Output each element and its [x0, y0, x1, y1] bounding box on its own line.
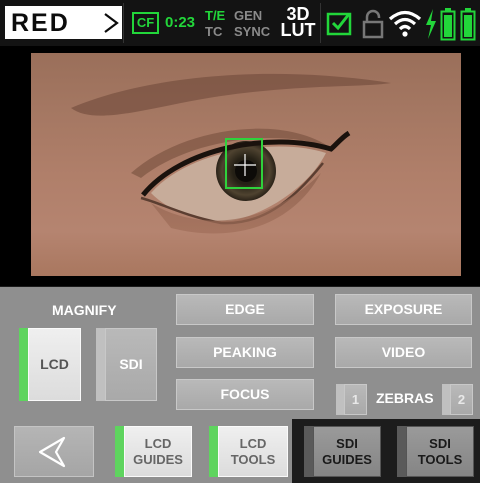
sdi-tools-line1: SDI — [429, 436, 451, 451]
lcd-tools-button[interactable]: LCD TOOLS — [218, 426, 288, 477]
magnify-title: MAGNIFY — [52, 302, 117, 318]
focus-button[interactable]: FOCUS — [176, 379, 314, 410]
divider — [320, 3, 321, 43]
media-check-icon — [326, 12, 352, 36]
lcd-magnify-indicator — [19, 328, 28, 401]
lcd-guides-line2: GUIDES — [133, 452, 183, 467]
battery-icon — [440, 8, 456, 41]
lcd-tools-line1: LCD — [239, 436, 267, 451]
te-label: T/E — [205, 8, 226, 23]
sdi-guides-line2: GUIDES — [322, 452, 372, 467]
back-button[interactable] — [14, 426, 94, 477]
crosshair-icon — [234, 154, 256, 176]
lcd-guides-line1: LCD — [144, 436, 172, 451]
charging-bolt-icon — [426, 9, 436, 39]
lcd-guides-indicator — [115, 426, 124, 477]
exposure-button[interactable]: EXPOSURE — [335, 294, 472, 325]
record-time: 0:23 — [165, 14, 196, 31]
zebra-1-button[interactable]: 1 — [344, 384, 367, 415]
media-badge[interactable]: CF — [132, 12, 159, 34]
zebra-2-button[interactable]: 2 — [450, 384, 473, 415]
lut-indicator[interactable]: 3D LUT — [280, 5, 316, 40]
sdi-guides-line1: SDI — [336, 436, 358, 451]
sdi-magnify-indicator — [96, 328, 105, 401]
red-logo: RED — [5, 6, 122, 39]
lcd-guides-button[interactable]: LCD GUIDES — [124, 426, 192, 477]
magnify-sdi-button[interactable]: SDI — [105, 328, 157, 401]
edge-button[interactable]: EDGE — [176, 294, 314, 325]
divider — [123, 3, 124, 43]
sync-label: SYNC — [234, 24, 271, 39]
sdi-guides-button[interactable]: SDI GUIDES — [313, 426, 381, 477]
play-arrow-icon — [104, 13, 119, 33]
sdi-tools-line2: TOOLS — [417, 452, 463, 467]
wifi-icon[interactable] — [387, 8, 423, 38]
peaking-button[interactable]: PEAKING — [176, 337, 314, 368]
lcd-tools-indicator — [209, 426, 218, 477]
sdi-guides-indicator — [304, 426, 313, 477]
lcd-tools-line2: TOOLS — [230, 452, 276, 467]
battery-icon — [460, 8, 476, 41]
magnify-lcd-button[interactable]: LCD — [28, 328, 81, 401]
zebras-label: ZEBRAS — [376, 390, 434, 406]
sdi-tools-indicator — [397, 426, 406, 477]
sdi-tools-button[interactable]: SDI TOOLS — [406, 426, 474, 477]
lut-bottom: LUT — [280, 20, 316, 40]
tc-label: TC — [205, 24, 223, 39]
video-button[interactable]: VIDEO — [335, 337, 472, 368]
back-arrow-icon — [38, 436, 66, 468]
gen-label: GEN — [234, 8, 263, 23]
lock-icon[interactable] — [361, 9, 385, 39]
